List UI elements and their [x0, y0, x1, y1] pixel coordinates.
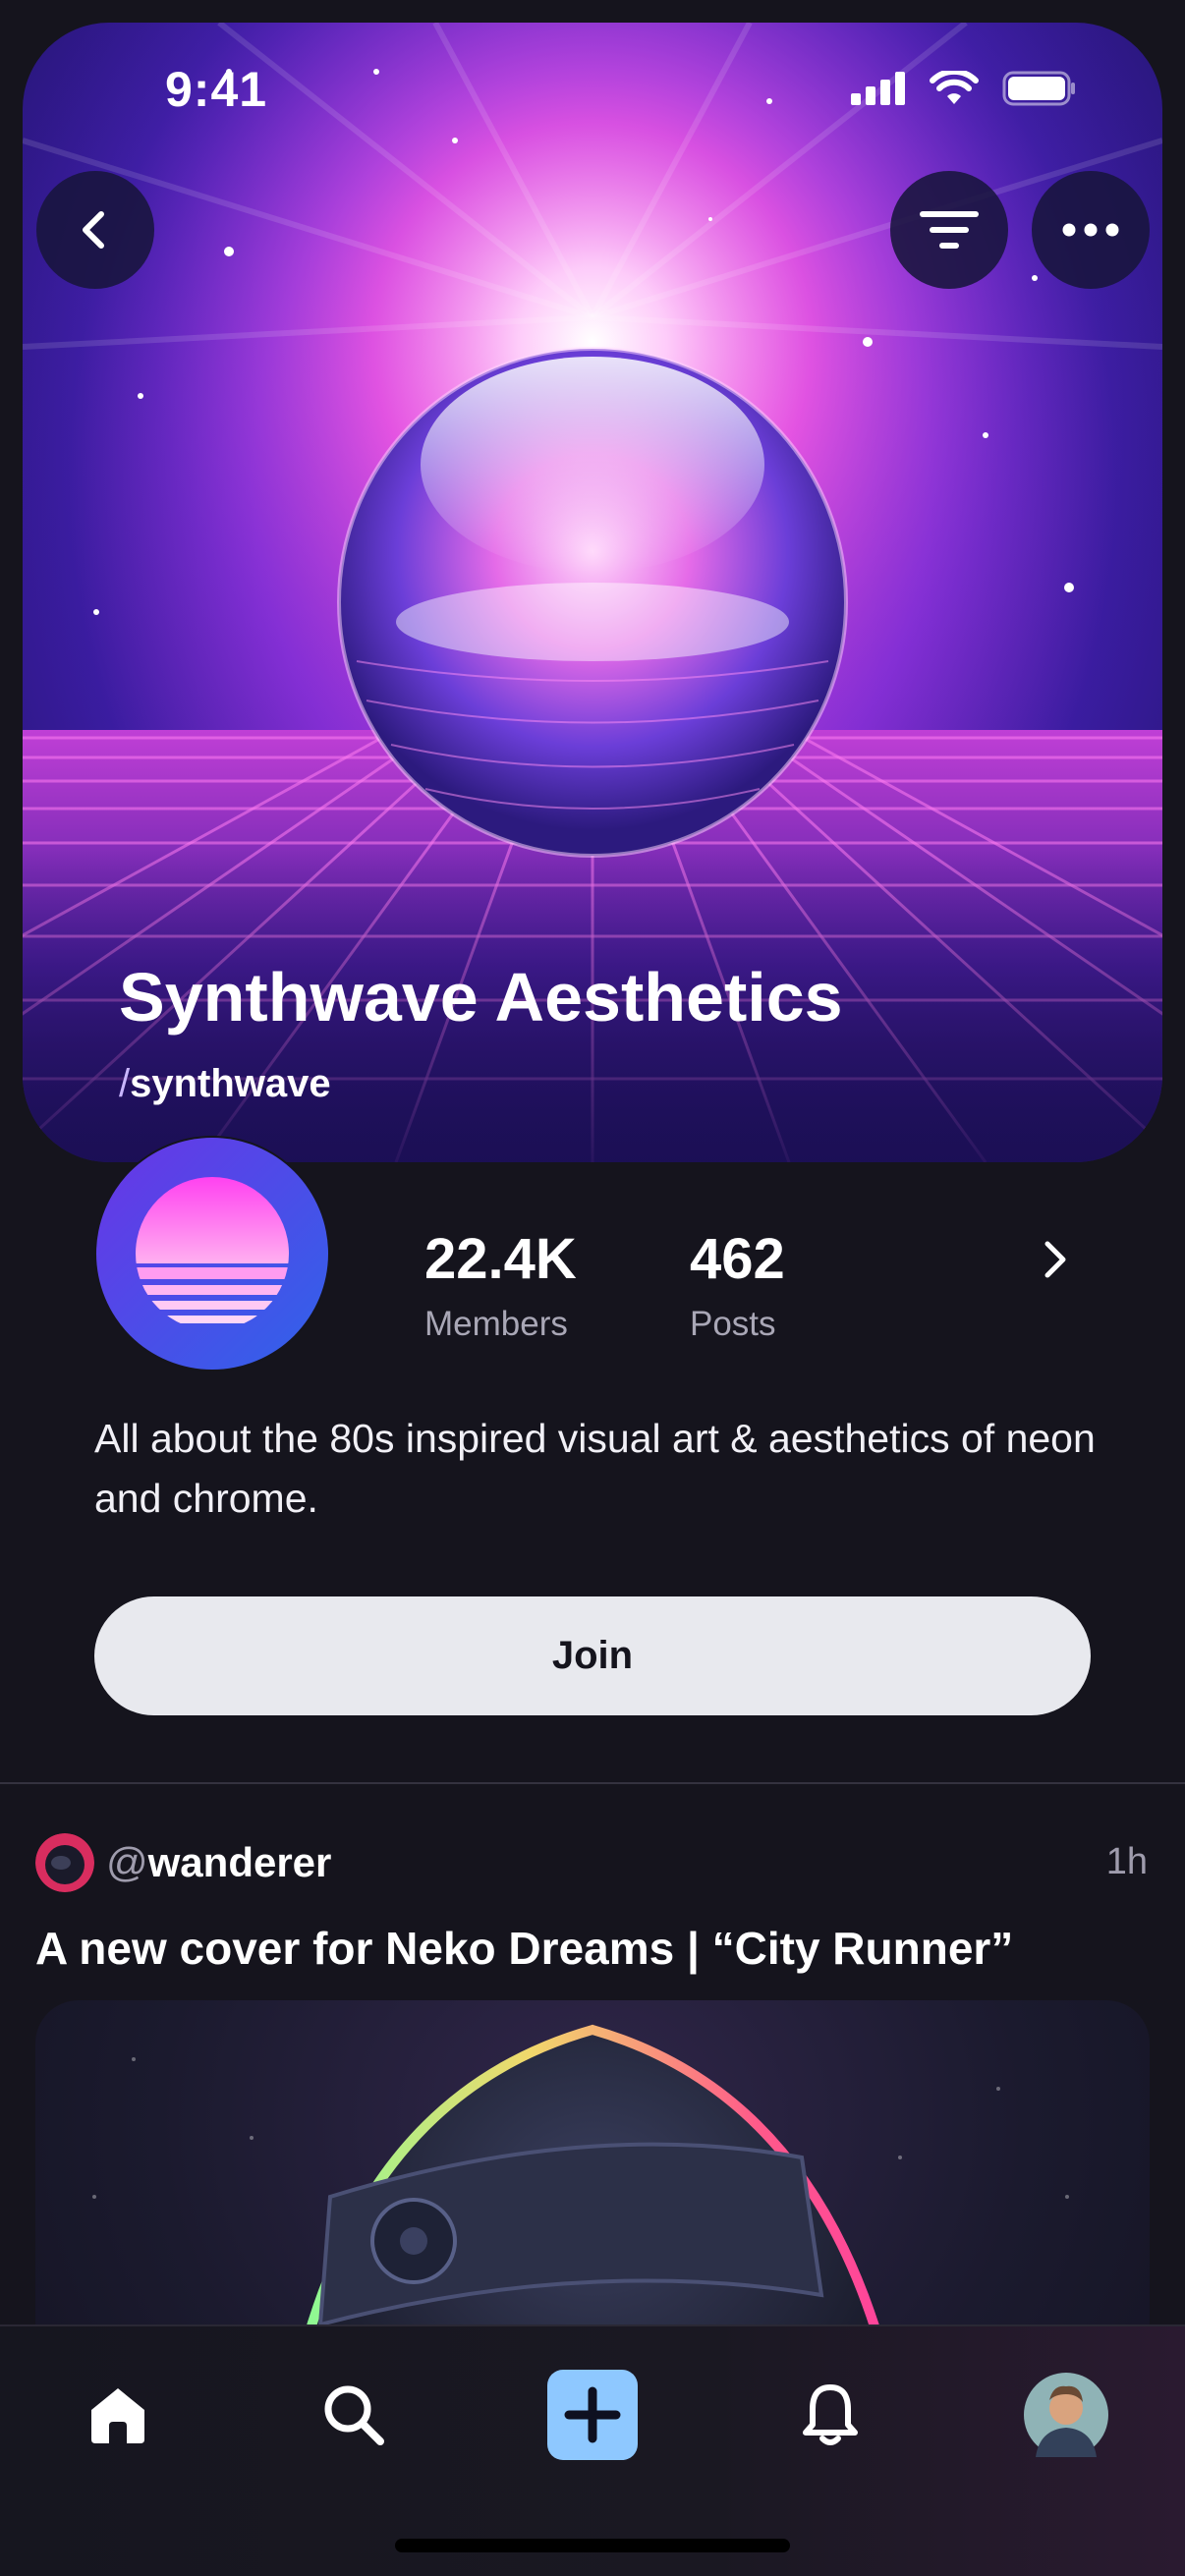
tab-profile[interactable]: [1017, 2366, 1115, 2464]
status-bar: 9:41: [0, 0, 1185, 147]
slug-prefix: /: [119, 1062, 131, 1105]
community-slug: /synthwave: [119, 1062, 331, 1106]
slug-text: synthwave: [130, 1062, 331, 1105]
tab-home[interactable]: [69, 2366, 167, 2464]
members-count: 22.4K: [424, 1227, 577, 1291]
tab-notifications[interactable]: [781, 2366, 879, 2464]
plus-icon: [547, 2370, 638, 2460]
community-details-button[interactable]: [1038, 1236, 1073, 1288]
posts-label: Posts: [690, 1305, 776, 1343]
battery-icon: [1002, 71, 1075, 106]
chevron-left-icon: [83, 211, 104, 249]
post-title[interactable]: A new cover for Neko Dreams | “City Runn…: [35, 1922, 1013, 1975]
bell-icon: [803, 2384, 858, 2445]
tab-create[interactable]: [543, 2366, 642, 2464]
profile-avatar: [1024, 2373, 1108, 2457]
community-title: Synthwave Aesthetics: [119, 959, 843, 1036]
home-icon: [91, 2388, 144, 2443]
cellular-signal-icon: [851, 72, 905, 105]
username-prefix: @: [106, 1839, 148, 1885]
community-description: All about the 80s inspired visual art & …: [94, 1416, 1096, 1521]
search-icon: [324, 2385, 384, 2445]
join-button[interactable]: Join: [94, 1596, 1091, 1715]
posts-count: 462: [690, 1227, 785, 1291]
back-button[interactable]: [36, 171, 154, 289]
section-divider: [0, 1782, 1185, 1784]
filter-icon: [920, 211, 979, 249]
more-options-button[interactable]: [1032, 171, 1150, 289]
home-indicator: [395, 2539, 790, 2552]
post-author-avatar[interactable]: [35, 1833, 94, 1892]
status-icons: [851, 71, 1077, 106]
post-author[interactable]: @wanderer: [106, 1839, 331, 1886]
tab-search[interactable]: [305, 2366, 403, 2464]
helmet-avatar-icon: [35, 1833, 94, 1892]
chevron-right-icon: [1044, 1241, 1066, 1278]
members-label: Members: [424, 1305, 568, 1343]
status-time: 9:41: [165, 62, 268, 117]
wifi-icon: [930, 71, 979, 104]
sunset-logo-icon: [96, 1138, 328, 1370]
filter-button[interactable]: [890, 171, 1008, 289]
more-horizontal-icon: [1062, 223, 1119, 237]
community-avatar: [94, 1136, 330, 1372]
post-timestamp: 1h: [1105, 1841, 1148, 1882]
username: wanderer: [147, 1839, 332, 1885]
